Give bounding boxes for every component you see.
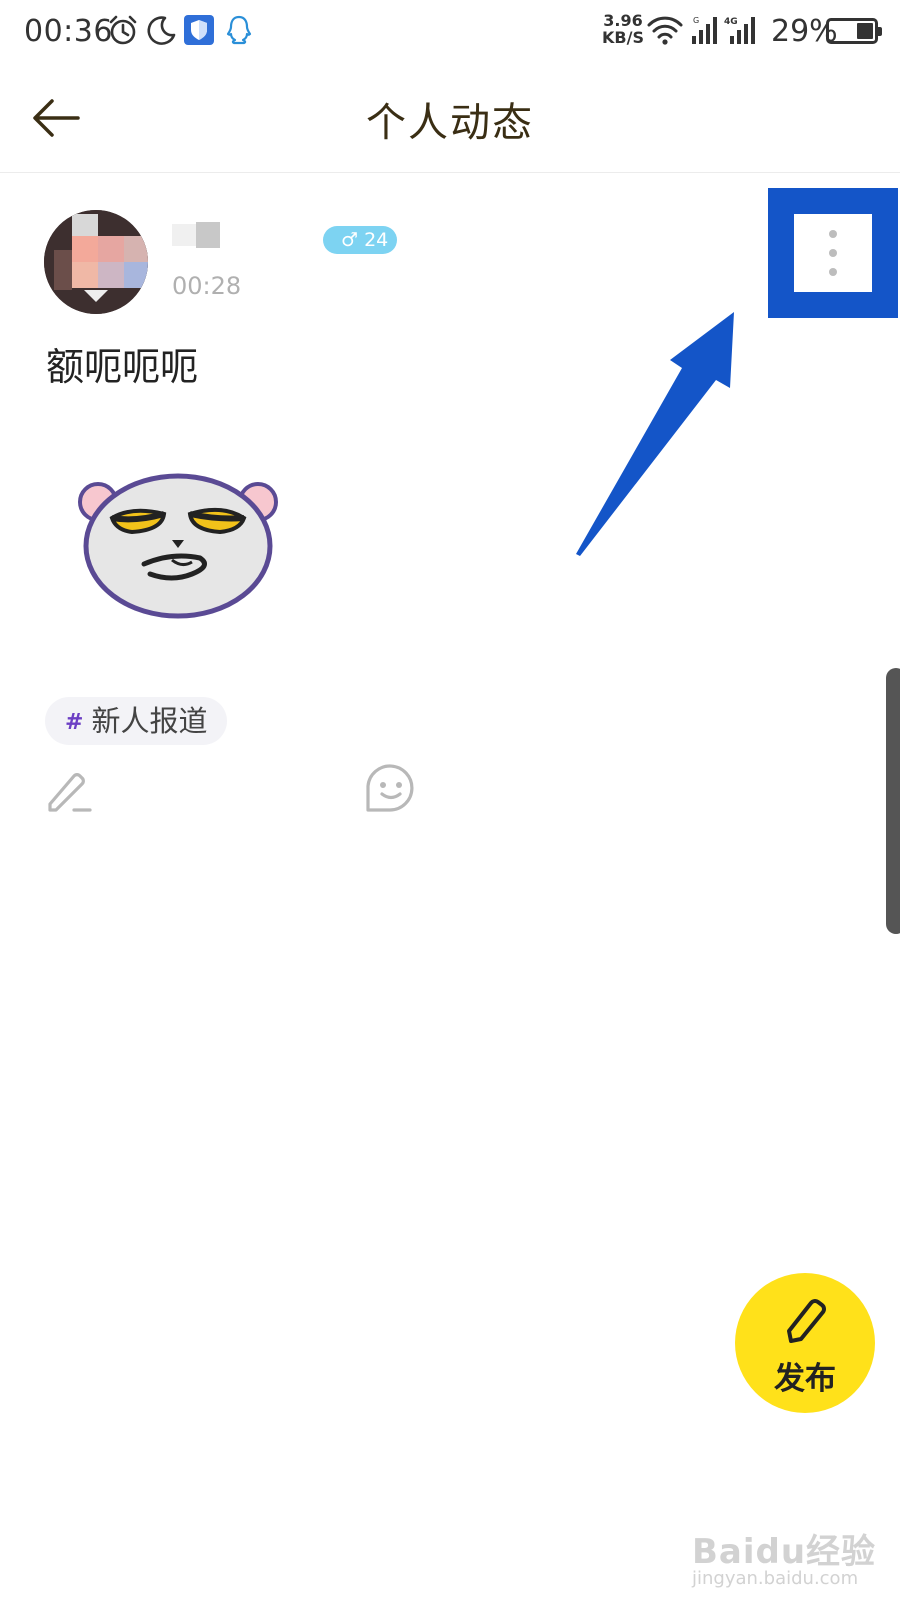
signal-icon: G — [692, 16, 717, 44]
pencil-icon — [787, 1299, 826, 1343]
more-vertical-icon — [829, 230, 837, 276]
net-speed-value: 3.96 — [603, 11, 643, 30]
watermark-logo: Baidu经验 — [692, 1532, 877, 1572]
wifi-icon — [647, 16, 683, 45]
topic-tag[interactable]: # 新人报道 — [45, 697, 228, 745]
avatar[interactable] — [44, 210, 148, 314]
svg-text:4G: 4G — [724, 17, 738, 27]
post-text: 额呃呃呃 — [46, 345, 199, 389]
smiley-icon — [366, 764, 414, 812]
male-icon: ♂ — [341, 229, 359, 251]
page-title: 个人动态 — [366, 100, 534, 146]
signal-4g-icon: 4G — [724, 17, 755, 44]
scroll-handle[interactable] — [886, 668, 900, 934]
watermark-url: jingyan.baidu.com — [692, 1568, 859, 1589]
alarm-icon — [109, 15, 137, 45]
qq-icon — [226, 15, 252, 45]
net-speed: 3.96 KB/S — [600, 12, 646, 46]
status-bar: 00:36 3.96 KB/S G 4G 29% — [0, 0, 900, 64]
hash-icon: # — [65, 710, 84, 735]
status-time: 00:36 — [24, 14, 113, 49]
pencil-icon — [48, 773, 92, 812]
net-speed-unit: KB/S — [602, 28, 644, 47]
publish-button[interactable]: 发布 — [735, 1273, 875, 1413]
topic-label: 新人报道 — [91, 704, 208, 738]
shield-icon — [184, 15, 214, 45]
publish-label: 发布 — [774, 1361, 836, 1397]
bear-sticker[interactable] — [72, 462, 284, 620]
age-label: 24 — [364, 229, 389, 251]
svg-text:G: G — [693, 16, 699, 25]
moon-icon — [147, 16, 176, 45]
emoji-button[interactable] — [362, 760, 420, 818]
annotation-arrow — [576, 312, 734, 556]
comment-button[interactable] — [44, 766, 96, 818]
post-time: 00:28 — [172, 272, 242, 300]
battery-icon — [826, 18, 882, 44]
header: 个人动态 — [0, 64, 900, 173]
gender-age-badge: ♂ 24 — [323, 226, 398, 254]
avatar-image — [44, 210, 148, 314]
username-blurred — [172, 222, 220, 248]
more-options-button[interactable] — [768, 188, 898, 318]
